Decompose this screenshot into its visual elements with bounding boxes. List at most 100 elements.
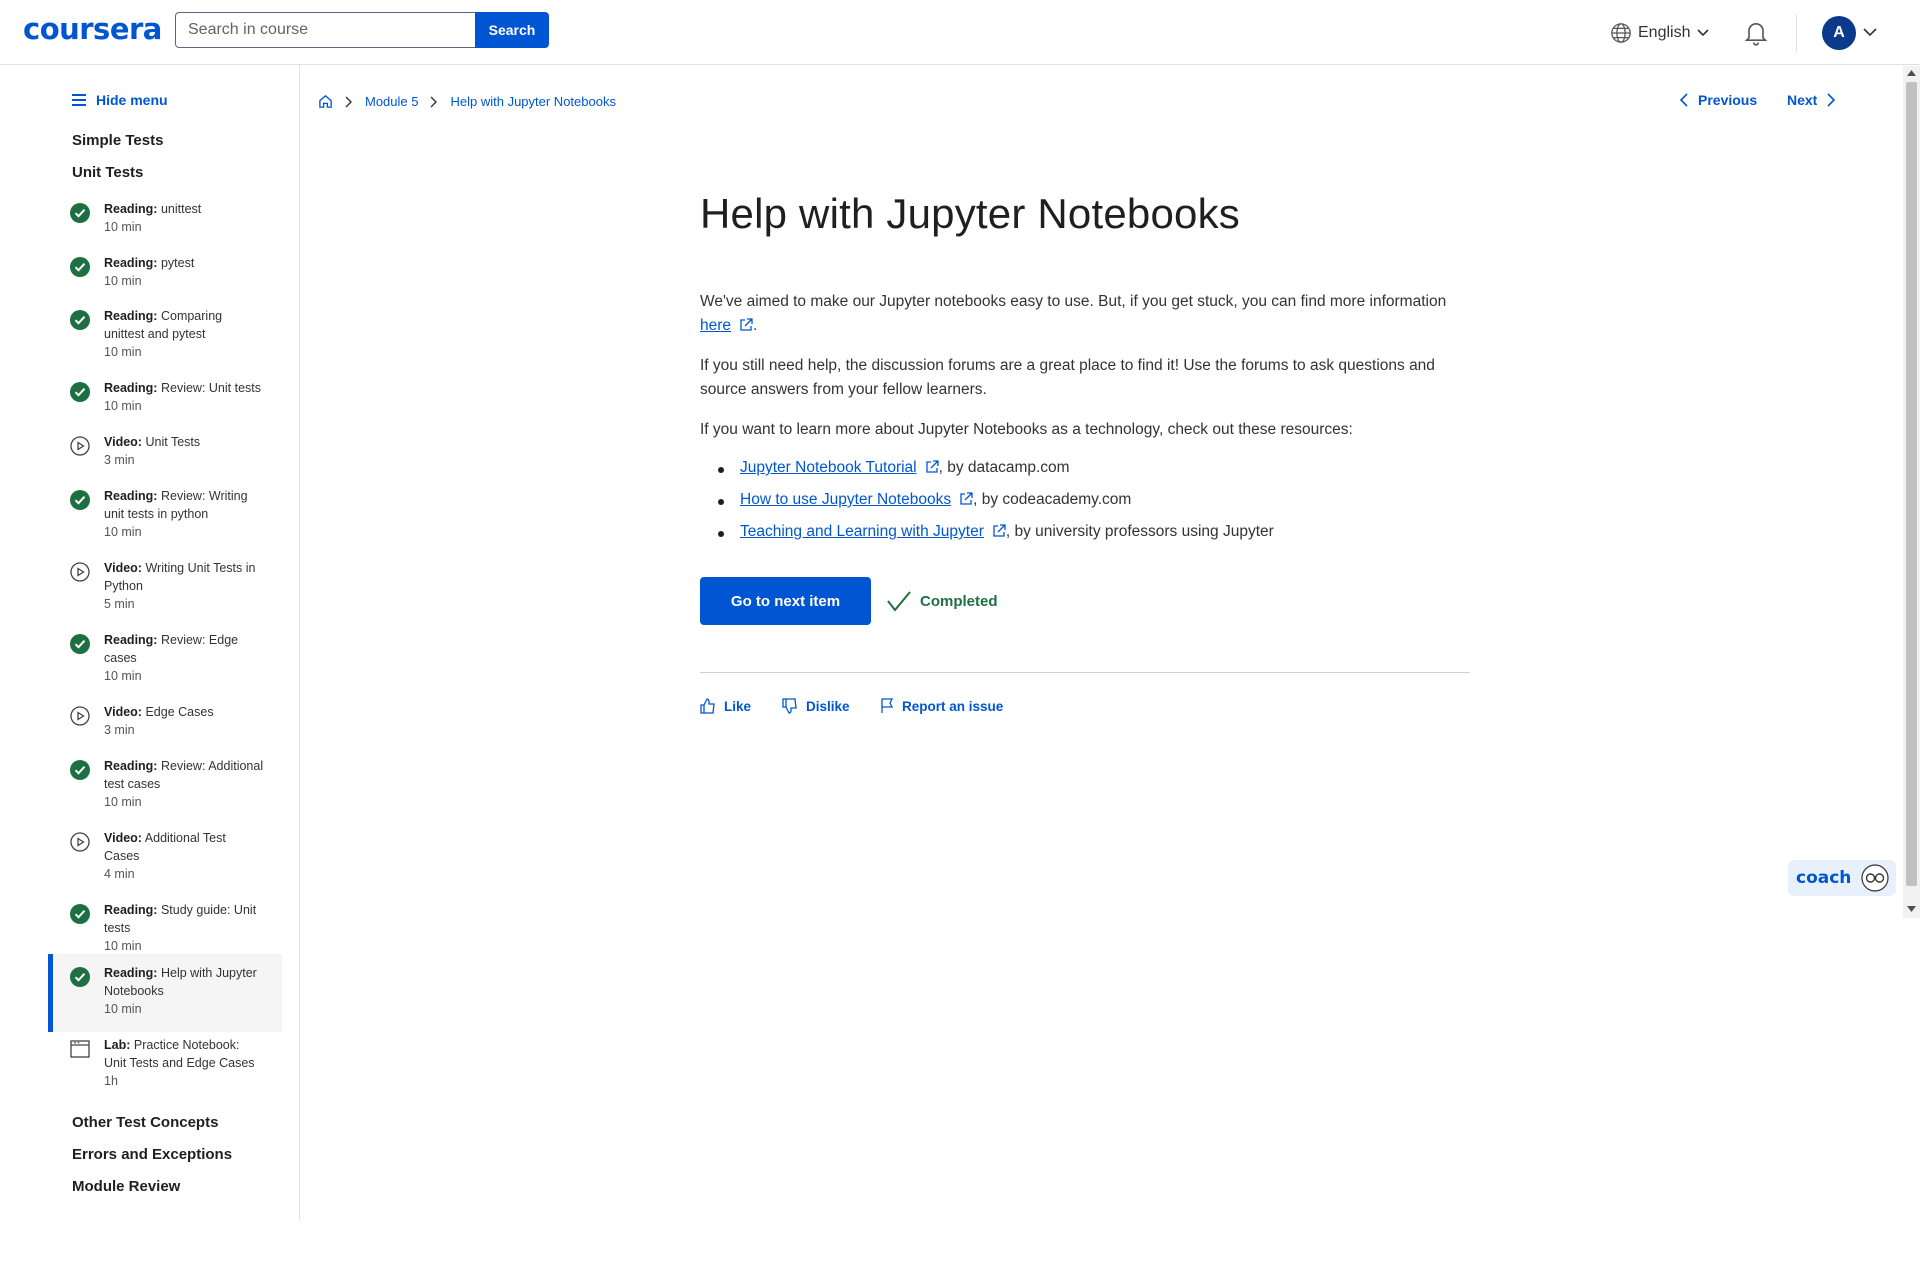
sidebar-item-title: pytest [160, 256, 195, 270]
section-other-test-concepts[interactable]: Other Test Concepts [72, 1114, 218, 1131]
thumbs-down-icon [782, 698, 797, 714]
sidebar-item-duration: 1h [104, 1074, 118, 1088]
sidebar-item-label: Reading: Review: Edge cases [104, 631, 264, 667]
user-avatar[interactable]: A [1822, 16, 1856, 50]
sidebar-item[interactable]: Video: Additional Test Cases 4 min [48, 829, 282, 887]
section-simple-tests[interactable]: Simple Tests [72, 132, 163, 149]
page-scrollbar[interactable] [1903, 66, 1920, 918]
resources-intro-paragraph: If you want to learn more about Jupyter … [700, 421, 1353, 438]
chevron-left-icon [1680, 93, 1688, 107]
completed-check-icon [70, 310, 90, 330]
scroll-up-arrow-icon[interactable] [1907, 70, 1916, 76]
completed-status: Completed [886, 590, 998, 612]
sidebar-item-label: Reading: unittest [104, 200, 264, 218]
section-module-review[interactable]: Module Review [72, 1178, 180, 1195]
video-play-icon [70, 832, 90, 852]
sidebar-item-duration: 10 min [104, 345, 142, 359]
sidebar-item-type: Video: [104, 705, 142, 719]
video-play-icon [70, 562, 90, 582]
dislike-label: Dislike [806, 698, 850, 714]
search-button[interactable]: Search [475, 12, 549, 48]
sidebar-item-label: Video: Unit Tests [104, 433, 264, 451]
like-button[interactable]: Like [700, 698, 751, 714]
hide-menu-button[interactable]: Hide menu [72, 92, 168, 108]
section-errors-and-exceptions[interactable]: Errors and Exceptions [72, 1146, 232, 1163]
sidebar-item-duration: 5 min [104, 597, 135, 611]
report-issue-label: Report an issue [902, 698, 1004, 714]
completed-check-icon [70, 382, 90, 402]
sidebar-item[interactable]: Reading: pytest 10 min [48, 254, 282, 294]
sidebar-item-title: Unit Tests [145, 435, 201, 449]
sidebar-item-type: Reading: [104, 489, 158, 503]
breadcrumb-module[interactable]: Module 5 [365, 94, 418, 109]
dislike-button[interactable]: Dislike [782, 698, 850, 714]
sidebar-item[interactable]: Reading: Comparing unittest and pytest 10… [48, 307, 282, 365]
notifications-bell-icon[interactable] [1742, 18, 1770, 46]
external-link-icon [960, 492, 973, 505]
previous-label: Previous [1698, 92, 1758, 108]
video-play-icon [70, 706, 90, 726]
resource-link[interactable]: How to use Jupyter Notebooks [740, 491, 951, 508]
sidebar-item[interactable]: Reading: Help with Jupyter Notebooks 10 m… [48, 954, 282, 1032]
sidebar-item[interactable]: Reading: Review: Unit tests 10 min [48, 379, 282, 419]
here-link[interactable]: here [700, 317, 731, 334]
video-play-icon [70, 436, 90, 456]
coach-label: coach [1796, 868, 1852, 888]
lab-notebook-icon [70, 1039, 90, 1059]
sidebar-item[interactable]: Reading: Review: Edge cases 10 min [48, 631, 282, 689]
sidebar-item[interactable]: Video: Writing Unit Tests in Python 5 min [48, 559, 282, 617]
intro-period: . [753, 317, 758, 334]
scroll-down-arrow-icon[interactable] [1907, 906, 1916, 912]
breadcrumb-chevron-icon [345, 96, 352, 107]
sidebar-item-type: Reading: [104, 759, 158, 773]
go-to-next-item-button[interactable]: Go to next item [700, 577, 871, 625]
sidebar-item-label: Video: Writing Unit Tests in Python [104, 559, 264, 595]
resource-link[interactable]: Teaching and Learning with Jupyter [740, 523, 984, 540]
sidebar-item-type: Video: [104, 831, 142, 845]
completed-check-icon [70, 257, 90, 277]
sidebar-item[interactable]: Reading: Review: Writing unit tests in p… [48, 487, 282, 545]
sidebar-item-type: Reading: [104, 202, 158, 216]
sidebar-item[interactable]: Video: Edge Cases 3 min [48, 703, 282, 743]
sidebar-item-type: Reading: [104, 966, 158, 980]
section-unit-tests[interactable]: Unit Tests [72, 164, 143, 181]
home-icon[interactable] [318, 94, 333, 109]
sidebar-item-type: Video: [104, 561, 142, 575]
coursera-logo[interactable]: coursera [23, 12, 162, 46]
like-label: Like [724, 698, 752, 714]
sidebar-item-type: Reading: [104, 633, 158, 647]
sidebar-item-duration: 3 min [104, 453, 135, 467]
scrollbar-thumb[interactable] [1906, 82, 1917, 886]
sidebar-item-duration: 10 min [104, 1002, 142, 1016]
breadcrumb-page[interactable]: Help with Jupyter Notebooks [450, 94, 615, 109]
search-input[interactable] [175, 12, 475, 48]
next-button[interactable]: Next [1787, 92, 1836, 108]
sidebar-item[interactable]: Video: Unit Tests 3 min [48, 433, 282, 473]
flag-icon [881, 698, 894, 713]
previous-button[interactable]: Previous [1680, 92, 1757, 108]
resource-item: Teaching and Learning with Jupyter , by u… [718, 523, 1274, 541]
resource-link[interactable]: Jupyter Notebook Tutorial [740, 459, 917, 476]
sidebar-item-label: Reading: Review: Writing unit tests in p… [104, 487, 264, 523]
sidebar-item-label: Reading: Review: Unit tests [104, 379, 264, 397]
sidebar-item-duration: 10 min [104, 220, 142, 234]
sidebar-item[interactable]: Reading: unittest 10 min [48, 200, 282, 240]
language-label: English [1638, 24, 1691, 41]
sidebar-item[interactable]: Reading: Review: Additional test cases 10… [48, 757, 282, 815]
sidebar-item-title: unittest [160, 202, 202, 216]
coach-button[interactable]: coach [1788, 860, 1896, 896]
completed-check-icon [70, 634, 90, 654]
avatar-chevron-down-icon[interactable] [1862, 24, 1878, 40]
checkmark-icon [887, 591, 911, 612]
sidebar-item-label: Reading: Comparing unittest and pytest [104, 307, 264, 343]
content-divider [700, 672, 1470, 673]
sidebar-item-label: Reading: Help with Jupyter Notebooks [104, 964, 264, 1000]
sidebar-item-label: Reading: pytest [104, 254, 264, 272]
sidebar-item[interactable]: Reading: Study guide: Unit tests 10 min [48, 901, 282, 959]
language-selector[interactable]: English [1610, 20, 1710, 46]
completed-check-icon [70, 203, 90, 223]
sidebar-item-type: Reading: [104, 256, 158, 270]
sidebar-item[interactable]: Lab: Practice Notebook: Unit Tests and E… [48, 1036, 282, 1094]
sidebar-item-type: Reading: [104, 381, 158, 395]
report-issue-button[interactable]: Report an issue [880, 698, 1003, 714]
